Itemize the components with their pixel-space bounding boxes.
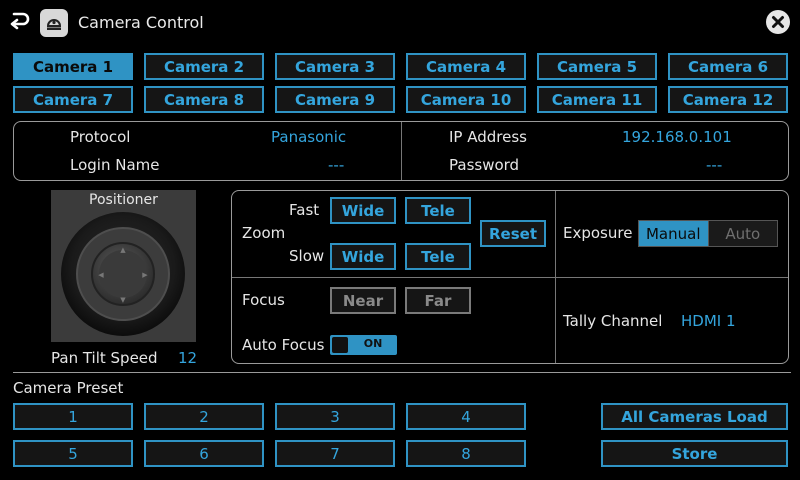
- svg-text:▶: ▶: [142, 271, 148, 279]
- zoom-fast-label: Fast: [289, 201, 320, 219]
- preset-button-5[interactable]: 5: [13, 440, 133, 467]
- camera-button-12[interactable]: Camera 12: [668, 86, 788, 113]
- protocol-label: Protocol: [70, 128, 131, 146]
- camera-button-10[interactable]: Camera 10: [406, 86, 526, 113]
- focus-far-button[interactable]: Far: [405, 287, 471, 314]
- camera-button-1[interactable]: Camera 1: [13, 53, 133, 80]
- focus-label: Focus: [242, 291, 285, 309]
- auto-focus-label: Auto Focus: [242, 336, 325, 354]
- camera-preset-label: Camera Preset: [13, 379, 124, 397]
- close-icon[interactable]: [765, 9, 791, 35]
- pan-tilt-speed-value[interactable]: 12: [178, 349, 197, 367]
- camera-button-11[interactable]: Camera 11: [537, 86, 657, 113]
- zoom-label: Zoom: [242, 224, 286, 242]
- camera-button-5[interactable]: Camera 5: [537, 53, 657, 80]
- preset-button-8[interactable]: 8: [406, 440, 526, 467]
- pan-tilt-speed-label: Pan Tilt Speed: [51, 349, 158, 367]
- camera-dome-icon: [40, 9, 68, 37]
- zoom-fast-tele-button[interactable]: Tele: [405, 197, 471, 224]
- tally-channel-value[interactable]: HDMI 1: [681, 312, 736, 330]
- focus-near-button[interactable]: Near: [330, 287, 396, 314]
- camera-button-4[interactable]: Camera 4: [406, 53, 526, 80]
- login-name-label: Login Name: [70, 156, 160, 174]
- title-bar: Camera Control: [0, 0, 800, 44]
- zoom-fast-wide-button[interactable]: Wide: [330, 197, 396, 224]
- positioner-panel: Positioner ▲ ▼ ◀ ▶: [51, 190, 196, 342]
- exposure-manual-option[interactable]: Manual: [639, 221, 708, 246]
- zoom-reset-button[interactable]: Reset: [480, 220, 546, 247]
- store-button[interactable]: Store: [601, 440, 788, 467]
- ip-address-value: 192.168.0.101: [622, 128, 732, 146]
- info-divider: [401, 122, 402, 180]
- camera-button-9[interactable]: Camera 9: [275, 86, 395, 113]
- exposure-toggle[interactable]: Manual Auto: [638, 220, 778, 247]
- preset-button-7[interactable]: 7: [275, 440, 395, 467]
- preset-button-4[interactable]: 4: [406, 403, 526, 430]
- camera-info-panel: Protocol Panasonic Login Name --- IP Add…: [13, 121, 789, 181]
- zoom-slow-wide-button[interactable]: Wide: [330, 243, 396, 270]
- toggle-knob: [332, 337, 348, 353]
- auto-focus-state: ON: [363, 337, 383, 350]
- page-title: Camera Control: [78, 13, 204, 32]
- preset-button-1[interactable]: 1: [13, 403, 133, 430]
- login-name-value: ---: [328, 156, 345, 174]
- positioner-title: Positioner: [89, 192, 158, 208]
- camera-button-3[interactable]: Camera 3: [275, 53, 395, 80]
- camera-button-7[interactable]: Camera 7: [13, 86, 133, 113]
- camera-button-6[interactable]: Camera 6: [668, 53, 788, 80]
- svg-text:▲: ▲: [120, 246, 126, 254]
- panel-horizontal-divider: [232, 277, 788, 278]
- preset-button-2[interactable]: 2: [144, 403, 264, 430]
- password-label: Password: [449, 156, 520, 174]
- section-divider: [13, 372, 791, 373]
- auto-focus-toggle[interactable]: ON: [330, 335, 397, 355]
- return-arrow-icon[interactable]: [8, 10, 30, 32]
- svg-text:◀: ◀: [98, 271, 104, 279]
- protocol-value: Panasonic: [271, 128, 347, 146]
- ip-address-label: IP Address: [449, 128, 527, 146]
- zoom-slow-tele-button[interactable]: Tele: [405, 243, 471, 270]
- zoom-slow-label: Slow: [289, 247, 325, 265]
- camera-button-2[interactable]: Camera 2: [144, 53, 264, 80]
- password-value: ---: [706, 156, 723, 174]
- exposure-auto-option[interactable]: Auto: [707, 221, 777, 246]
- preset-button-6[interactable]: 6: [144, 440, 264, 467]
- tally-channel-label: Tally Channel: [563, 312, 663, 330]
- joystick-control[interactable]: ▲ ▼ ◀ ▶: [59, 210, 187, 338]
- svg-text:▼: ▼: [120, 296, 126, 304]
- camera-button-8[interactable]: Camera 8: [144, 86, 264, 113]
- preset-button-3[interactable]: 3: [275, 403, 395, 430]
- exposure-label: Exposure: [563, 224, 633, 242]
- all-cameras-load-button[interactable]: All Cameras Load: [601, 403, 788, 430]
